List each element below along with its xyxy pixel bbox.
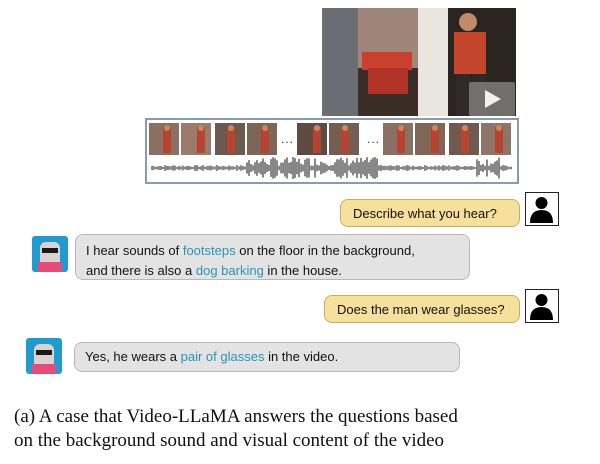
frame-thumbnail	[415, 123, 445, 155]
frame-thumbnail	[329, 123, 359, 155]
highlight-text: pair of glasses	[180, 349, 265, 364]
user-message-text: Does the man wear glasses?	[337, 302, 505, 317]
ellipsis: ...	[281, 132, 295, 146]
caption-line: (a) A case that Video-LLaMA answers the …	[14, 406, 458, 427]
bot-message-2: Yes, he wears a pair of glasses in the v…	[74, 342, 460, 372]
user-message-1: Describe what you hear?	[340, 199, 520, 227]
text: in the house.	[263, 263, 342, 278]
caption-line: on the background sound and visual conte…	[14, 430, 445, 451]
ellipsis: ...	[367, 132, 381, 146]
frame-thumbnail	[449, 123, 479, 155]
highlight-text: dog barking	[195, 263, 264, 278]
user-avatar-icon	[525, 192, 559, 226]
frame-thumbnail	[149, 123, 179, 155]
user-message-2: Does the man wear glasses?	[324, 295, 520, 323]
bot-message-line: I hear sounds of footsteps on the floor …	[86, 241, 459, 261]
text: Yes, he wears a	[85, 349, 181, 364]
bot-message-1: I hear sounds of footsteps on the floor …	[75, 234, 470, 280]
video-frames-strip: ... ...	[145, 118, 519, 184]
llama-avatar-icon	[26, 338, 62, 374]
user-message-text: Describe what you hear?	[353, 206, 497, 221]
frame-thumbnail	[383, 123, 413, 155]
text: and there is also a	[86, 263, 196, 278]
frame-thumbnail	[181, 123, 211, 155]
audio-waveform	[151, 157, 512, 179]
user-avatar-icon	[525, 289, 559, 323]
text: in the video.	[264, 349, 339, 364]
frame-thumbnail	[215, 123, 245, 155]
figure-caption: (a) A case that Video-LLaMA answers the …	[14, 405, 594, 453]
frame-thumbnail	[247, 123, 277, 155]
text: on the floor in the background,	[235, 243, 415, 258]
play-icon[interactable]	[469, 82, 515, 116]
frame-thumbnail	[297, 123, 327, 155]
llama-avatar-icon	[32, 236, 68, 272]
text: I hear sounds of	[86, 243, 183, 258]
frame-thumbnail	[481, 123, 511, 155]
highlight-text: footsteps	[182, 243, 236, 258]
bot-message-line: and there is also a dog barking in the h…	[86, 261, 459, 281]
